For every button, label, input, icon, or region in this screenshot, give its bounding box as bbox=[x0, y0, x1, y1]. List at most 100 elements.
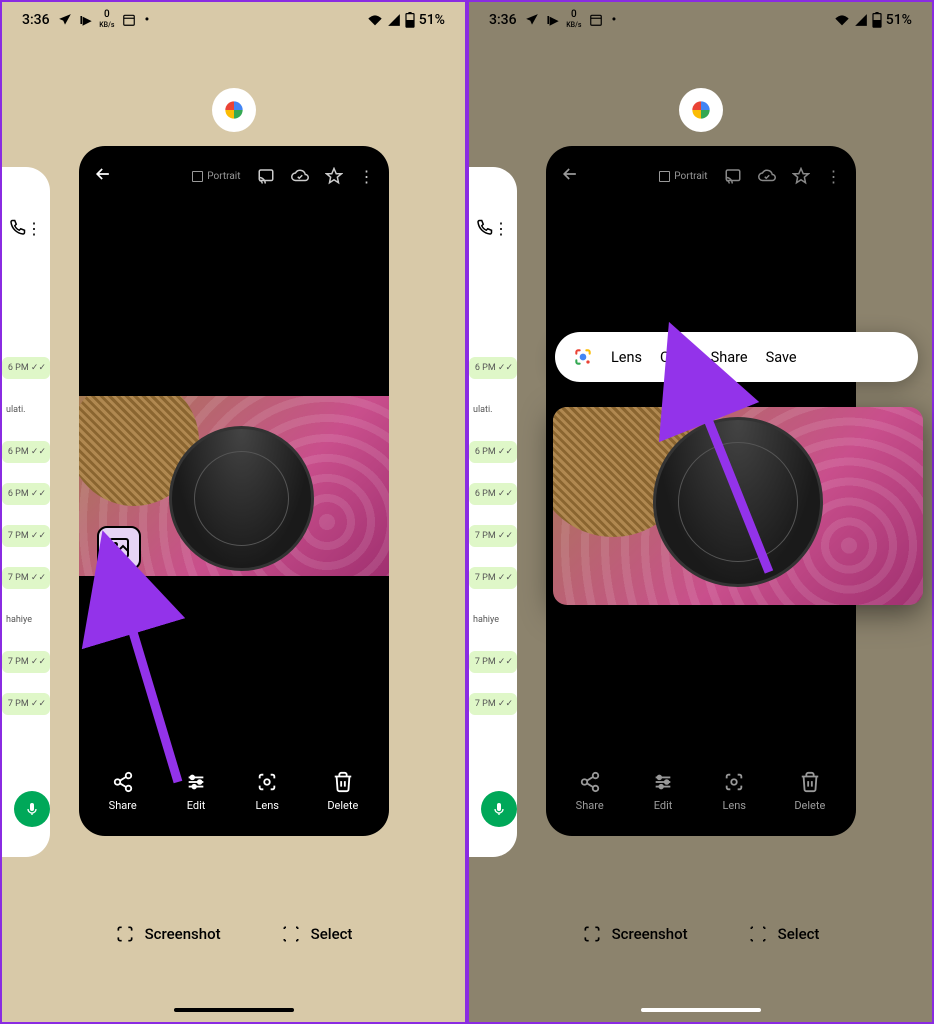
arrow-left-icon bbox=[560, 164, 580, 184]
battery-pct: 51% bbox=[419, 12, 445, 28]
photo-content bbox=[553, 407, 923, 605]
status-kbps: 0KB/s bbox=[566, 10, 581, 30]
chat-msg: 7 PM ✓✓ bbox=[2, 693, 50, 715]
photos-icon bbox=[688, 97, 714, 123]
telegram-icon bbox=[525, 13, 539, 27]
delete-button[interactable]: Delete bbox=[794, 771, 825, 812]
share-button[interactable]: Share bbox=[576, 771, 604, 812]
screenshot-icon bbox=[582, 924, 602, 944]
photo-actions-bar: Share Edit Lens Delete bbox=[546, 746, 856, 836]
chat-msg: 7 PM ✓✓ bbox=[2, 525, 50, 547]
share-button[interactable]: Share bbox=[109, 771, 137, 812]
back-button[interactable] bbox=[560, 164, 580, 189]
chat-msg: 7 PM ✓✓ bbox=[469, 693, 517, 715]
lens-icon bbox=[723, 771, 745, 793]
recents-actions: Screenshot Select bbox=[2, 924, 465, 944]
screenshot-right: 3:36 I▶ 0KB/s • 51% ⋮ 6 PM ✓✓ ulati. 6 P… bbox=[467, 0, 934, 1024]
chat-msg: 6 PM ✓✓ bbox=[469, 441, 517, 463]
photo-actions-bar: Share Edit Lens Delete bbox=[79, 746, 389, 836]
star-icon[interactable] bbox=[325, 167, 343, 185]
lens-button[interactable]: Lens bbox=[255, 771, 279, 812]
chat-msg: 7 PM ✓✓ bbox=[2, 651, 50, 673]
cloud-done-icon[interactable] bbox=[291, 167, 309, 185]
recents-actions: Screenshot Select bbox=[469, 924, 932, 944]
telegram-icon bbox=[58, 13, 72, 27]
nav-bar[interactable] bbox=[641, 1008, 761, 1012]
context-copy[interactable]: Copy bbox=[660, 349, 693, 366]
star-icon[interactable] bbox=[792, 167, 810, 185]
photos-icon bbox=[221, 97, 247, 123]
signal-icon bbox=[387, 13, 401, 27]
chat-messages: 6 PM ✓✓ ulati. 6 PM ✓✓ 6 PM ✓✓ 7 PM ✓✓ 7… bbox=[469, 357, 517, 715]
chat-msg: 6 PM ✓✓ bbox=[2, 357, 50, 379]
mic-icon bbox=[24, 801, 40, 817]
chat-messages: 6 PM ✓✓ ulati. 6 PM ✓✓ 6 PM ✓✓ 7 PM ✓✓ 7… bbox=[2, 357, 50, 715]
chat-msg: hahiye bbox=[2, 609, 50, 631]
edit-button[interactable]: Edit bbox=[652, 771, 674, 812]
edit-icon bbox=[185, 771, 207, 793]
cloud-done-icon[interactable] bbox=[758, 167, 776, 185]
chat-msg: 6 PM ✓✓ bbox=[2, 483, 50, 505]
cast-icon[interactable] bbox=[257, 167, 275, 185]
select-button[interactable]: Select bbox=[748, 924, 820, 944]
chat-msg: ulati. bbox=[469, 399, 517, 421]
battery-pct: 51% bbox=[886, 12, 912, 28]
lens-button[interactable]: Lens bbox=[722, 771, 746, 812]
photo-viewport[interactable] bbox=[79, 396, 389, 576]
more-icon[interactable]: ⋮ bbox=[359, 167, 375, 186]
portrait-badge: Portrait bbox=[192, 171, 240, 182]
chat-msg: 7 PM ✓✓ bbox=[469, 651, 517, 673]
chat-msg: 7 PM ✓✓ bbox=[469, 567, 517, 589]
chat-msg: 6 PM ✓✓ bbox=[2, 441, 50, 463]
more-icon[interactable]: ⋮ bbox=[26, 219, 42, 238]
arrow-left-icon bbox=[93, 164, 113, 184]
image-icon bbox=[107, 536, 131, 560]
select-icon bbox=[281, 924, 301, 944]
whatsapp-peek-card[interactable]: ⋮ 6 PM ✓✓ ulati. 6 PM ✓✓ 6 PM ✓✓ 7 PM ✓✓… bbox=[2, 167, 50, 857]
battery-icon bbox=[872, 12, 882, 28]
google-photos-app-icon[interactable] bbox=[212, 88, 256, 132]
context-lens[interactable]: Lens bbox=[611, 349, 642, 366]
cast-icon[interactable] bbox=[724, 167, 742, 185]
voice-message-button[interactable] bbox=[14, 791, 50, 827]
google-photos-app-icon[interactable] bbox=[679, 88, 723, 132]
calendar-icon bbox=[122, 13, 136, 27]
google-photos-card[interactable]: Portrait ⋮ Share bbox=[79, 146, 389, 836]
status-bar: 3:36 I▶ 0KB/s • 51% bbox=[2, 2, 465, 38]
status-icon: I▶ bbox=[80, 14, 92, 27]
status-time: 3:36 bbox=[489, 12, 517, 28]
mic-icon bbox=[491, 801, 507, 817]
battery-icon bbox=[405, 12, 415, 28]
status-kbps: 0KB/s bbox=[99, 10, 114, 30]
voice-message-button[interactable] bbox=[481, 791, 517, 827]
image-context-menu: Lens Copy Share Save bbox=[555, 332, 918, 382]
back-button[interactable] bbox=[93, 164, 113, 189]
edit-button[interactable]: Edit bbox=[185, 771, 207, 812]
edit-icon bbox=[652, 771, 674, 793]
more-icon[interactable]: ⋮ bbox=[826, 167, 842, 186]
chat-msg: 7 PM ✓✓ bbox=[2, 567, 50, 589]
context-share[interactable]: Share bbox=[711, 349, 748, 366]
more-icon[interactable]: ⋮ bbox=[493, 219, 509, 238]
context-save[interactable]: Save bbox=[766, 349, 797, 366]
delete-button[interactable]: Delete bbox=[327, 771, 358, 812]
screenshot-icon bbox=[115, 924, 135, 944]
select-button[interactable]: Select bbox=[281, 924, 353, 944]
calendar-icon bbox=[589, 13, 603, 27]
wifi-icon bbox=[834, 13, 850, 27]
nav-bar[interactable] bbox=[174, 1008, 294, 1012]
chat-msg: 6 PM ✓✓ bbox=[469, 483, 517, 505]
whatsapp-peek-card[interactable]: ⋮ 6 PM ✓✓ ulati. 6 PM ✓✓ 6 PM ✓✓ 7 PM ✓✓… bbox=[469, 167, 517, 857]
screenshot-button[interactable]: Screenshot bbox=[582, 924, 688, 944]
share-icon bbox=[112, 771, 134, 793]
trash-icon bbox=[799, 771, 821, 793]
wifi-icon bbox=[367, 13, 383, 27]
screenshot-button[interactable]: Screenshot bbox=[115, 924, 221, 944]
chat-msg: 7 PM ✓✓ bbox=[469, 525, 517, 547]
phone-icon bbox=[8, 219, 26, 237]
selected-image-popout[interactable] bbox=[553, 407, 923, 605]
lens-icon bbox=[256, 771, 278, 793]
image-selection-button[interactable] bbox=[97, 526, 141, 570]
status-dot: • bbox=[144, 12, 149, 28]
chat-msg: 6 PM ✓✓ bbox=[469, 357, 517, 379]
